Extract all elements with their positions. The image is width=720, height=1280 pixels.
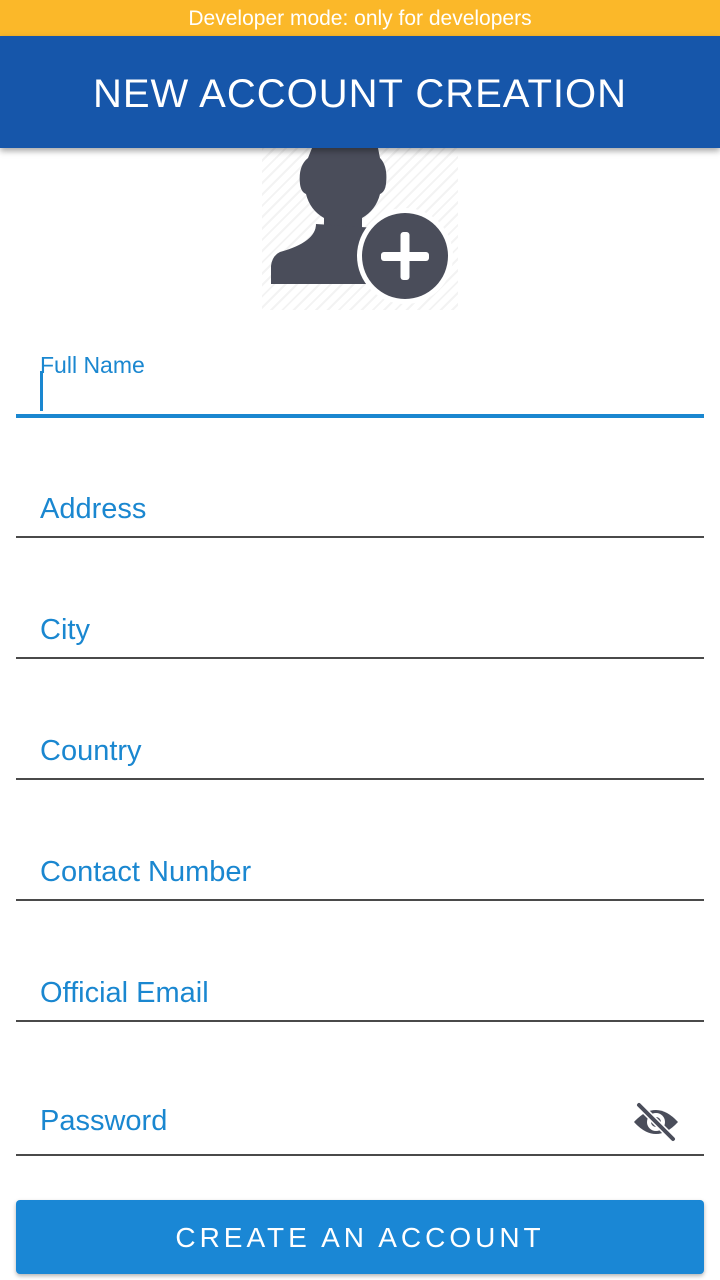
official-email-underline: [16, 1020, 704, 1022]
page-title: NEW ACCOUNT CREATION: [92, 72, 628, 116]
official-email-label: Official Email: [40, 977, 209, 1009]
add-profile-photo[interactable]: [262, 148, 458, 310]
country-field[interactable]: Country: [16, 732, 704, 782]
create-account-button[interactable]: CREATE AN ACCOUNT: [16, 1200, 704, 1274]
address-underline: [16, 536, 704, 538]
password-field[interactable]: Password: [16, 1100, 704, 1158]
official-email-field[interactable]: Official Email: [16, 974, 704, 1024]
developer-mode-banner: Developer mode: only for developers: [0, 0, 720, 36]
app-bar: NEW ACCOUNT CREATION: [0, 36, 720, 148]
password-label: Password: [40, 1105, 168, 1137]
password-underline: [16, 1154, 704, 1156]
full-name-underline: [16, 414, 704, 418]
add-user-icon: [271, 148, 453, 304]
contact-number-label: Contact Number: [40, 856, 252, 888]
city-underline: [16, 657, 704, 659]
address-label: Address: [40, 493, 147, 525]
address-field[interactable]: Address: [16, 490, 704, 540]
eye-off-icon[interactable]: [632, 1100, 680, 1144]
country-label: Country: [40, 735, 142, 767]
full-name-label: Full Name: [40, 352, 145, 378]
country-underline: [16, 778, 704, 780]
city-label: City: [40, 614, 90, 646]
text-cursor: [40, 371, 43, 411]
contact-number-underline: [16, 899, 704, 901]
city-field[interactable]: City: [16, 611, 704, 661]
full-name-field[interactable]: Full Name: [16, 340, 704, 420]
contact-number-field[interactable]: Contact Number: [16, 853, 704, 903]
